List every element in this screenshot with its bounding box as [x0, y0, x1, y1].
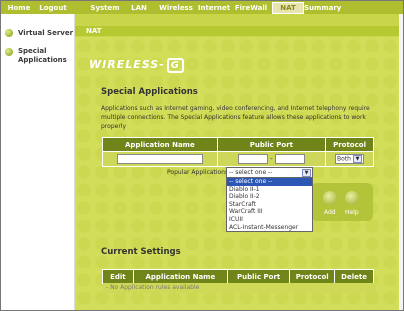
router-admin-window: Home Logout System LAN Wireless Internet…	[0, 0, 404, 311]
col-header-app-name: Application Name	[102, 137, 218, 152]
tab-summary[interactable]: Summary	[304, 3, 341, 13]
right-edge	[399, 14, 403, 310]
help-button-label[interactable]: Help	[345, 209, 359, 216]
top-nav: Home Logout System LAN Wireless Internet…	[1, 1, 403, 14]
dropdown-option[interactable]: ACL-Instant-Messenger	[227, 224, 312, 232]
port-separator: -	[270, 155, 273, 163]
tab-system[interactable]: System	[89, 3, 121, 13]
bullet-icon	[5, 29, 13, 37]
help-icon[interactable]	[345, 191, 359, 205]
current-settings-table: Edit Application Name Public Port Protoc…	[102, 269, 374, 284]
dropdown-option[interactable]: StarCraft	[227, 201, 312, 209]
current-settings-title: Current Settings	[101, 247, 181, 257]
empty-rules-message: - No Application rules available	[103, 283, 376, 293]
tab-wireless[interactable]: Wireless	[158, 3, 194, 13]
tab-internet[interactable]: Internet	[197, 3, 231, 13]
brand-logo: WIRELESS- G	[89, 58, 199, 73]
app-entry-table: Application Name Public Port Protocol - …	[102, 137, 374, 167]
col-header-public-port: Public Port	[226, 269, 291, 284]
dropdown-option[interactable]: Diablo II-1	[227, 186, 312, 194]
tab-home[interactable]: Home	[4, 3, 34, 13]
col-header-app-name: Application Name	[132, 269, 228, 284]
bullet-icon	[5, 48, 13, 56]
content-panel: WIRELESS- G Special Applications Applicat…	[75, 37, 403, 310]
logo-text: WIRELESS-	[89, 58, 165, 71]
port-end-input[interactable]	[274, 154, 305, 164]
page-title: Special Applications	[101, 87, 198, 97]
tab-nat[interactable]: NAT	[272, 2, 304, 14]
dropdown-option[interactable]: WarCraft III	[227, 208, 312, 216]
dropdown-option[interactable]: ICUII	[227, 216, 312, 224]
sidebar-item-label: Virtual Server	[18, 29, 74, 37]
sidebar-item-label: Applications	[18, 56, 67, 64]
sidebar-item-label: Special	[18, 47, 47, 55]
app-name-input[interactable]	[116, 154, 203, 164]
col-header-protocol: Protocol	[325, 137, 374, 152]
protocol-select[interactable]: Both ▼	[335, 154, 364, 164]
chevron-down-icon: ▼	[353, 155, 362, 163]
tab-firewall[interactable]: FireWall	[233, 3, 269, 13]
action-button-panel: Add Help	[311, 183, 373, 221]
col-header-edit: Edit	[102, 269, 134, 284]
popular-applications-dropdown-list: -- select one -- Diablo II-1 Diablo II-2…	[226, 177, 313, 233]
col-header-public-port: Public Port	[216, 137, 327, 152]
popular-applications-label: Popular Applications	[167, 169, 229, 176]
add-icon[interactable]	[323, 191, 337, 205]
chevron-down-icon: ▼	[302, 169, 311, 177]
section-bar: NAT	[75, 26, 403, 36]
protocol-value: Both	[337, 155, 351, 163]
add-button-label[interactable]: Add	[324, 209, 336, 216]
sidebar: Virtual Server Special Applications	[1, 14, 75, 310]
col-header-delete: Delete	[334, 269, 374, 284]
tab-lan[interactable]: LAN	[129, 3, 149, 13]
col-header-protocol: Protocol	[289, 269, 336, 284]
logo-mark: G	[166, 58, 184, 73]
page-description: Applications such as Internet gaming, vi…	[101, 105, 370, 130]
tab-logout[interactable]: Logout	[36, 3, 70, 13]
dropdown-option[interactable]: Diablo II-2	[227, 193, 312, 201]
dropdown-option[interactable]: -- select one --	[227, 178, 312, 186]
port-start-input[interactable]	[237, 154, 268, 164]
section-bar-label: NAT	[86, 27, 102, 35]
popular-selected-value: -- select one --	[229, 169, 273, 176]
